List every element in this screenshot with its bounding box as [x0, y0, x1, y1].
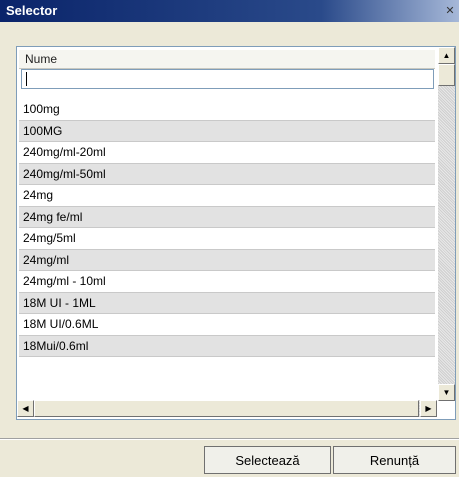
column-header-nume[interactable]: Nume — [19, 50, 435, 69]
close-icon[interactable]: ✕ — [442, 2, 458, 18]
list-item[interactable]: 100mg — [19, 99, 435, 121]
window-title: Selector — [6, 3, 58, 18]
title-bar[interactable]: Selector ✕ — [0, 0, 459, 22]
list-item[interactable]: 24mg — [19, 185, 435, 207]
select-button[interactable]: Selectează — [204, 446, 331, 474]
list-item[interactable]: 100MG — [19, 120, 435, 142]
text-caret — [26, 72, 27, 86]
list-item[interactable]: 18M UI/0.6ML — [19, 314, 435, 336]
horizontal-scroll-thumb[interactable] — [34, 400, 419, 417]
scroll-left-icon[interactable]: ◀ — [17, 400, 34, 417]
name-filter-input[interactable] — [21, 69, 434, 89]
horizontal-scrollbar[interactable]: ◀ ▶ — [17, 400, 437, 417]
column-header-label: Nume — [25, 52, 58, 66]
selector-grid: Nume 100mg 100MG 240mg/ml-20ml 240mg/ml-… — [16, 46, 456, 420]
footer-divider-highlight — [0, 439, 459, 440]
scroll-right-icon[interactable]: ▶ — [420, 400, 437, 417]
list-item[interactable]: 240mg/ml-50ml — [19, 163, 435, 185]
options-list: 100mg 100MG 240mg/ml-20ml 240mg/ml-50ml … — [19, 99, 435, 357]
list-item[interactable]: 18Mui/0.6ml — [19, 335, 435, 357]
list-item[interactable]: 24mg/ml — [19, 249, 435, 271]
list-item[interactable]: 240mg/ml-20ml — [19, 142, 435, 164]
list-item[interactable]: 24mg/5ml — [19, 228, 435, 250]
vertical-scrollbar[interactable]: ▲ ▼ — [438, 47, 455, 401]
vertical-scroll-thumb[interactable] — [438, 64, 455, 86]
scroll-up-icon[interactable]: ▲ — [438, 47, 455, 64]
scroll-down-icon[interactable]: ▼ — [438, 384, 455, 401]
list-item[interactable]: 24mg/ml - 10ml — [19, 271, 435, 293]
list-item[interactable]: 18M UI - 1ML — [19, 292, 435, 314]
cancel-button[interactable]: Renunță — [333, 446, 456, 474]
list-item[interactable]: 24mg fe/ml — [19, 206, 435, 228]
